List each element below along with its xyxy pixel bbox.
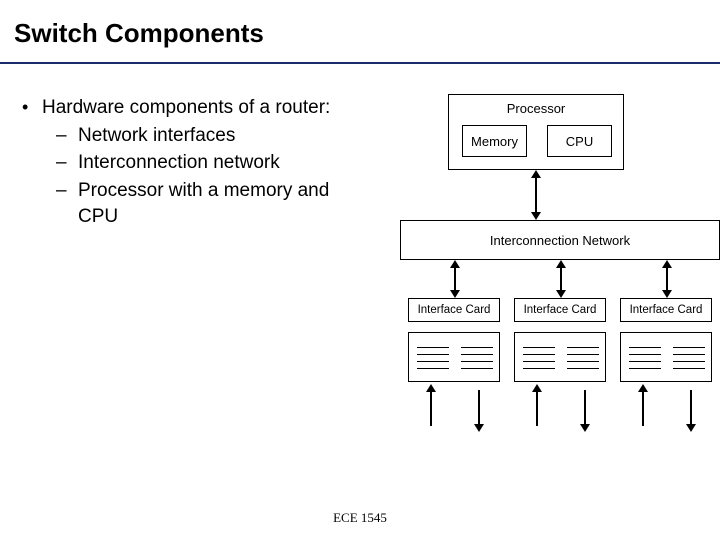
bullet-sub-text: Network interfaces <box>78 123 235 149</box>
queue-box <box>514 332 606 382</box>
up-arrow-icon <box>536 390 538 426</box>
bullet-main-text: Hardware components of a router: <box>42 95 330 121</box>
bullet-dash-icon <box>56 123 78 149</box>
processor-label: Processor <box>449 101 623 116</box>
up-arrow-icon <box>430 390 432 426</box>
memory-box: Memory <box>462 125 527 157</box>
processor-box: Processor Memory CPU <box>448 94 624 170</box>
double-arrow-icon <box>454 266 456 292</box>
interface-card-box: Interface Card <box>620 298 712 322</box>
bullet-dash-icon <box>56 150 78 176</box>
queue-lines-icon <box>461 341 493 375</box>
interconnection-box: Interconnection Network <box>400 220 720 260</box>
bullet-sub: Interconnection network <box>22 150 362 176</box>
double-arrow-icon <box>560 266 562 292</box>
bullet-sub: Network interfaces <box>22 123 362 149</box>
slide-footer: ECE 1545 <box>0 510 720 526</box>
up-arrow-icon <box>642 390 644 426</box>
queue-lines-icon <box>673 341 705 375</box>
queue-lines-icon <box>523 341 555 375</box>
down-arrow-icon <box>478 390 480 426</box>
cpu-box: CPU <box>547 125 612 157</box>
double-arrow-icon <box>666 266 668 292</box>
bullet-main: Hardware components of a router: <box>22 95 362 121</box>
interface-card-box: Interface Card <box>408 298 500 322</box>
slide-title: Switch Components <box>14 18 264 49</box>
diagram: Processor Memory CPU Interconnection Net… <box>400 90 720 460</box>
double-arrow-icon <box>535 176 537 214</box>
bullet-dash-icon <box>56 178 78 229</box>
bullet-sub-text: Interconnection network <box>78 150 280 176</box>
bullet-sub: Processor with a memory and CPU <box>22 178 362 229</box>
queue-lines-icon <box>567 341 599 375</box>
down-arrow-icon <box>584 390 586 426</box>
bullet-sub-text: Processor with a memory and CPU <box>78 178 362 229</box>
bullet-dot-icon <box>22 95 42 121</box>
interface-card-box: Interface Card <box>514 298 606 322</box>
title-underline <box>0 62 720 64</box>
queue-lines-icon <box>417 341 449 375</box>
content-area: Hardware components of a router: Network… <box>22 95 362 229</box>
slide: Switch Components Hardware components of… <box>0 0 720 540</box>
queue-box <box>620 332 712 382</box>
queue-box <box>408 332 500 382</box>
down-arrow-icon <box>690 390 692 426</box>
queue-lines-icon <box>629 341 661 375</box>
